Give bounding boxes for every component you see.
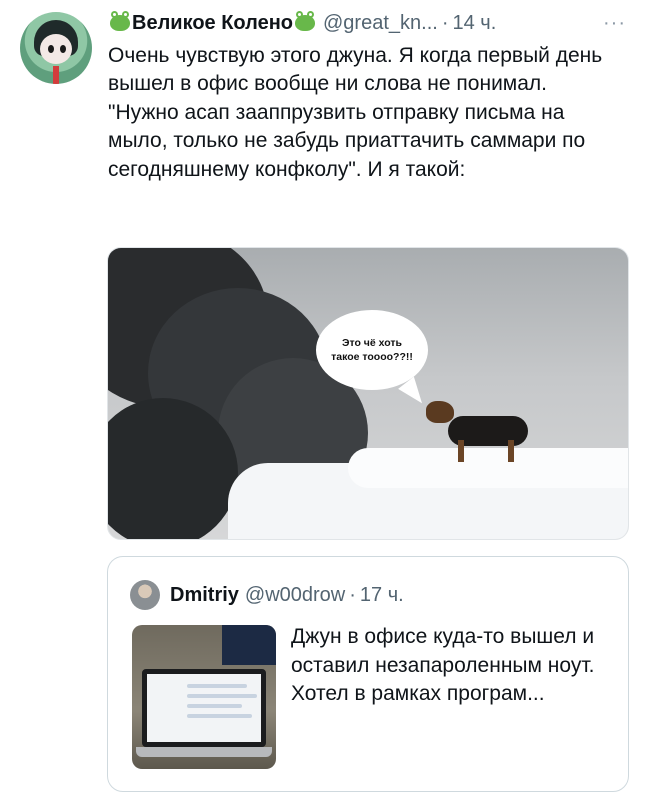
quoted-tweet-header: Dmitriy @w00drow · 17 ч. bbox=[170, 579, 404, 611]
quoted-tweet[interactable]: Dmitriy @w00drow · 17 ч. Джун в офисе ку… bbox=[107, 556, 629, 792]
quoted-tweet-time[interactable]: 17 ч. bbox=[360, 584, 404, 607]
laptop bbox=[142, 669, 266, 747]
tweet-time[interactable]: 14 ч. bbox=[452, 12, 496, 35]
tweet-image[interactable]: Это чё хоть такое тоооо??!! bbox=[107, 247, 629, 540]
author-handle[interactable]: @great_kn... bbox=[323, 12, 438, 35]
tweet-header: Великое Колено @great_kn... · 14 ч. bbox=[108, 8, 496, 38]
quoted-tweet-thumbnail[interactable] bbox=[132, 625, 276, 769]
tweet-text: Очень чувствую этого джуна. Я когда перв… bbox=[108, 44, 603, 181]
quoted-author-handle[interactable]: @w00drow bbox=[245, 584, 345, 607]
quoted-tweet-text: Джун в офисе куда-то вышел и оставил нез… bbox=[291, 625, 595, 705]
frog-icon bbox=[295, 11, 315, 31]
frog-icon bbox=[110, 11, 130, 31]
quoted-author-name[interactable]: Dmitriy bbox=[170, 584, 239, 607]
speech-bubble: Это чё хоть такое тоооо??!! bbox=[316, 310, 428, 390]
separator-dot: · bbox=[441, 11, 449, 34]
author-name[interactable]: Великое Колено bbox=[132, 12, 293, 35]
quoted-author-avatar[interactable] bbox=[130, 580, 160, 610]
more-options-icon[interactable]: ··· bbox=[603, 12, 626, 35]
separator-dot: · bbox=[349, 583, 356, 606]
author-avatar[interactable] bbox=[20, 12, 92, 84]
